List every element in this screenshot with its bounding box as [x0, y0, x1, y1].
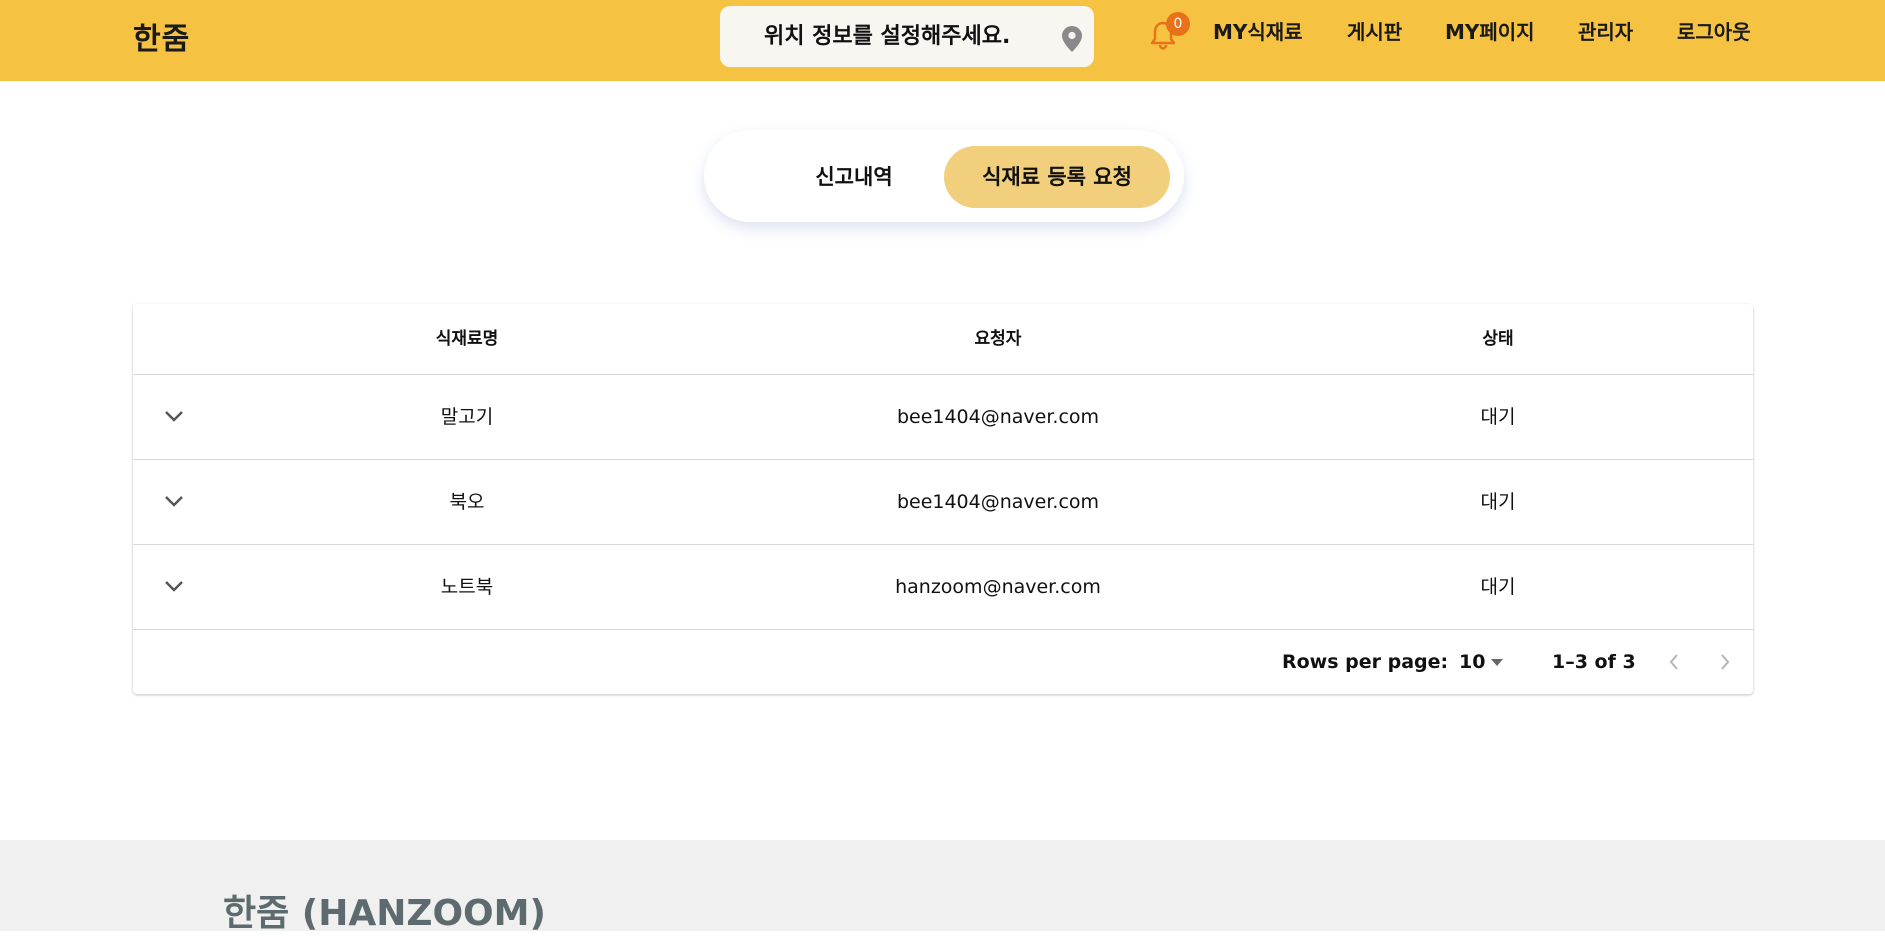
nav-board[interactable]: 게시판 — [1347, 0, 1402, 64]
cell-requester: hanzoom@naver.com — [895, 576, 1101, 598]
expand-chevron-icon[interactable] — [163, 494, 185, 508]
nav-admin[interactable]: 관리자 — [1578, 0, 1633, 64]
cell-status: 대기 — [1480, 491, 1516, 513]
top-header: 한줌 위치 정보를 설정해주세요. 0 MY식재료 게시판 MY페이지 관리자 … — [0, 0, 1885, 81]
app-logo[interactable]: 한줌 — [133, 14, 190, 58]
page-range: 1–3 of 3 — [1552, 651, 1636, 673]
column-header-requester[interactable]: 요청자 — [833, 304, 1163, 374]
divider — [133, 629, 1753, 630]
notification-button[interactable]: 0 — [1150, 12, 1190, 52]
cell-ingredient: 노트북 — [440, 576, 494, 598]
footer-brand: 한줌 (HANZOOM) — [223, 893, 546, 934]
tab-report-history[interactable]: 신고내역 — [764, 146, 944, 208]
rows-per-page-label: Rows per page: — [1282, 651, 1449, 673]
cell-requester: bee1404@naver.com — [896, 406, 1100, 428]
rows-per-page-select[interactable]: 10 — [1459, 644, 1519, 680]
admin-tabs: 신고내역 식재료 등록 요청 — [704, 130, 1184, 222]
expand-chevron-icon[interactable] — [163, 409, 185, 423]
map-pin-icon — [1062, 26, 1082, 52]
rows-per-page-value: 10 — [1459, 651, 1486, 673]
request-table: 식재료명 요청자 상태 말고기 bee1404@naver.com 대기 북오 … — [133, 304, 1753, 694]
location-selector[interactable]: 위치 정보를 설정해주세요. — [720, 6, 1094, 67]
page-footer: 한줌 (HANZOOM) — [0, 840, 1885, 934]
next-page-icon[interactable] — [1719, 653, 1731, 671]
expand-chevron-icon[interactable] — [163, 579, 185, 593]
notification-count-badge: 0 — [1166, 12, 1190, 36]
tab-ingredient-request[interactable]: 식재료 등록 요청 — [944, 146, 1170, 208]
column-header-ingredient[interactable]: 식재료명 — [333, 304, 601, 374]
nav-my-page[interactable]: MY페이지 — [1445, 0, 1535, 64]
nav-logout[interactable]: 로그아웃 — [1677, 0, 1751, 64]
cell-status: 대기 — [1480, 576, 1516, 598]
location-text: 위치 정보를 설정해주세요. — [764, 24, 1011, 49]
caret-down-icon — [1491, 659, 1503, 666]
cell-ingredient: 북오 — [449, 491, 485, 513]
cell-ingredient: 말고기 — [440, 406, 494, 428]
column-header-status[interactable]: 상태 — [1433, 304, 1563, 374]
cell-requester: bee1404@naver.com — [896, 491, 1100, 513]
previous-page-icon[interactable] — [1668, 653, 1680, 671]
cell-status: 대기 — [1480, 406, 1516, 428]
nav-my-ingredients[interactable]: MY식재료 — [1213, 0, 1303, 64]
